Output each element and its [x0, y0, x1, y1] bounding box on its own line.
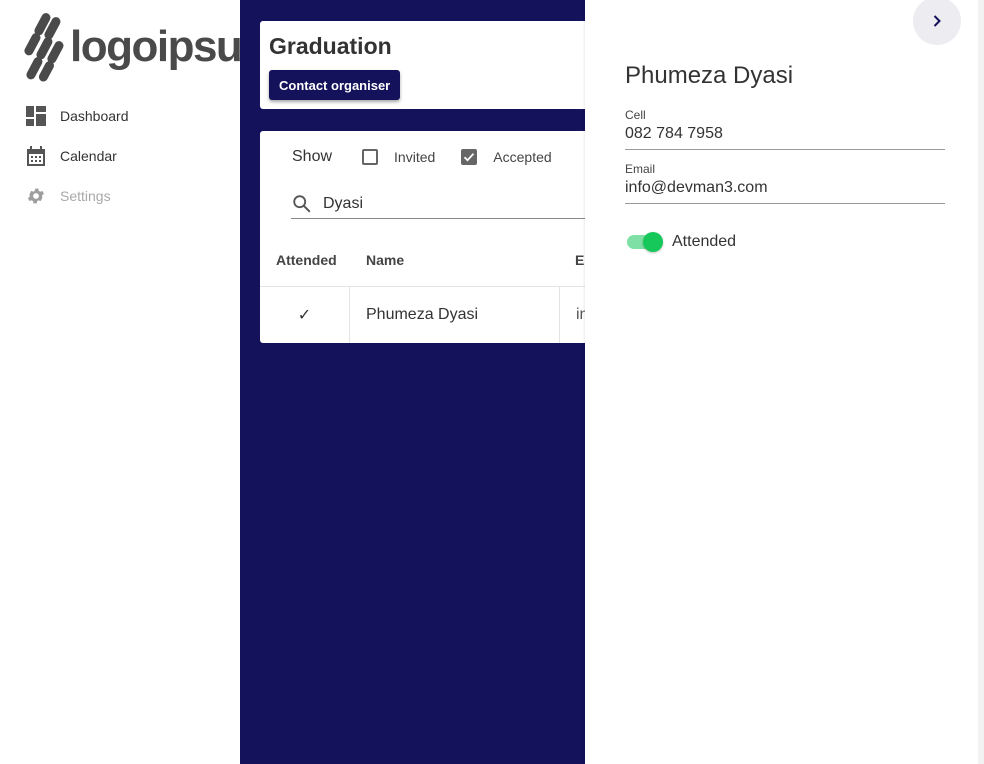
invited-label[interactable]: Invited — [394, 149, 435, 165]
sidebar-item-label: Calendar — [60, 148, 117, 164]
sidebar-item-label: Dashboard — [60, 108, 129, 124]
search-input[interactable] — [323, 194, 583, 213]
attended-cell: ✓ — [260, 287, 350, 343]
table-header: Attended Name Er — [260, 234, 585, 286]
guest-table: Attended Name Er ✓ Phumeza Dyasi in — [260, 234, 585, 343]
dashboard-icon — [26, 106, 46, 126]
gear-icon — [26, 186, 46, 206]
show-label: Show — [292, 148, 333, 165]
logo-mark-icon — [24, 10, 64, 84]
email-label: Email — [625, 162, 656, 176]
cell-value: 082 784 7958 — [625, 125, 723, 142]
sidebar-item-label: Settings — [60, 188, 111, 204]
contact-organiser-button[interactable]: Contact organiser — [269, 70, 401, 100]
sidebar-item-dashboard[interactable]: Dashboard — [0, 96, 240, 136]
accepted-label[interactable]: Accepted — [493, 149, 551, 165]
event-card: Graduation Contact organiser — [260, 21, 585, 109]
column-header-email[interactable]: Er — [559, 252, 585, 268]
attended-toggle[interactable] — [625, 230, 663, 254]
page-title: Graduation — [269, 33, 392, 59]
logo[interactable]: logoipsum — [24, 8, 280, 86]
email-value: info@devman3.com — [625, 179, 768, 196]
main-content: Graduation Contact organiser Show Invite… — [240, 0, 585, 764]
attended-toggle-row: Attended — [625, 230, 736, 254]
drawer-edge — [978, 0, 984, 764]
table-row[interactable]: ✓ Phumeza Dyasi in — [260, 286, 585, 343]
toggle-thumb — [643, 232, 663, 252]
sidebar-nav: Dashboard Calendar Settings — [0, 96, 240, 216]
email-cell: in — [576, 306, 585, 323]
sidebar-item-calendar[interactable]: Calendar — [0, 136, 240, 176]
guest-list-card: Show Invited Accepted Attended Name Er ✓… — [260, 131, 585, 343]
contact-name: Phumeza Dyasi — [625, 62, 794, 89]
calendar-icon — [26, 146, 46, 166]
column-header-attended[interactable]: Attended — [260, 252, 350, 268]
cell-field: Cell 082 784 7958 — [625, 108, 945, 150]
cell-label: Cell — [625, 108, 646, 122]
column-header-name[interactable]: Name — [350, 252, 559, 268]
name-cell: Phumeza Dyasi — [350, 287, 560, 343]
sidebar-item-settings[interactable]: Settings — [0, 176, 240, 216]
invited-checkbox[interactable] — [362, 149, 379, 165]
check-icon — [464, 153, 475, 162]
search-field[interactable] — [291, 189, 585, 219]
attended-toggle-label[interactable]: Attended — [672, 233, 736, 251]
sidebar: logoipsum Dashboard Calendar Settings — [0, 0, 280, 764]
accepted-checkbox[interactable] — [461, 149, 478, 165]
chevron-right-icon — [933, 15, 941, 27]
contact-detail-drawer: Phumeza Dyasi Cell 082 784 7958 Email in… — [585, 0, 984, 764]
collapse-drawer-button[interactable] — [913, 0, 961, 45]
email-field: Email info@devman3.com — [625, 162, 945, 204]
filter-bar: Show Invited Accepted — [292, 147, 578, 167]
search-icon — [291, 193, 313, 215]
